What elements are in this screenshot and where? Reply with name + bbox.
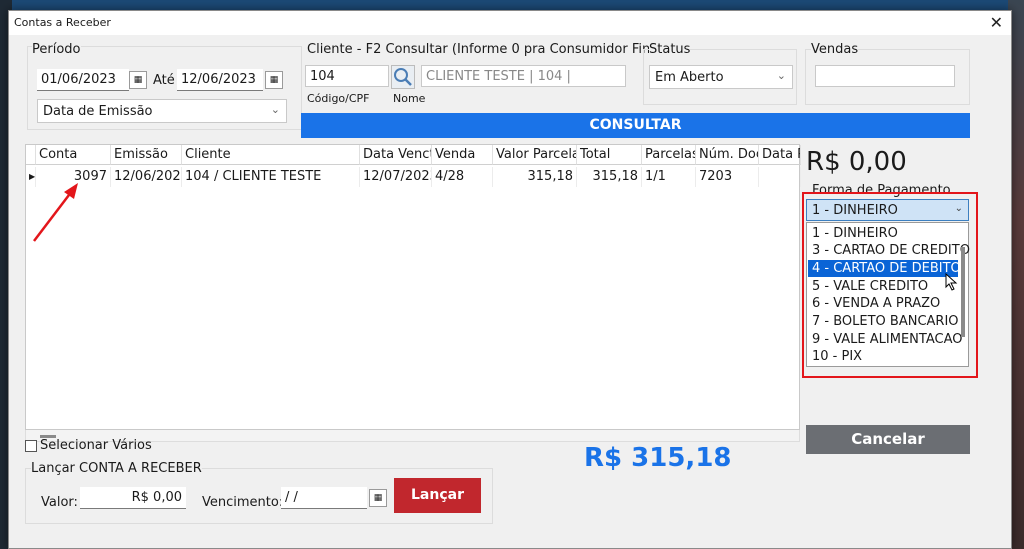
total-geral: R$ 315,18 [584,443,732,473]
cliente-code-input[interactable]: 104 [305,65,389,87]
cliente-label: Cliente - F2 Consultar (Informe 0 pra Co… [307,42,667,57]
vencimento-label: Vencimento: [202,495,284,510]
cancelar-button[interactable]: Cancelar [806,425,970,454]
chevron-down-icon: ⌄ [270,103,280,116]
selecionar-varios-checkbox[interactable] [25,440,37,452]
cell-data-p [759,167,801,187]
selecionar-varios-label: Selecionar Vários [40,438,152,453]
cell-num-doc: 7203 [696,167,759,187]
contas-a-receber-window: Contas a Receber ✕ Período 01/06/2023 ▦ … [8,10,1012,549]
ate-label: Até [153,73,175,88]
chevron-down-icon: ⌄ [776,69,786,82]
column-header[interactable]: Valor Parcela [493,145,577,165]
column-header[interactable]: Parcelas [642,145,696,165]
search-button[interactable] [391,65,415,89]
date-type-select[interactable]: Data de Emissão ⌄ [37,99,287,123]
consultar-button[interactable]: CONSULTAR [301,113,970,138]
status-label: Status [649,42,691,57]
vendas-label: Vendas [811,42,859,57]
close-icon[interactable]: ✕ [990,13,1003,32]
window-title: Contas a Receber [14,16,111,29]
calendar-to-icon[interactable]: ▦ [265,71,283,89]
periodo-from-input[interactable]: 01/06/2023 [37,69,129,91]
codigo-cpf-label: Código/CPF [307,92,370,105]
nome-label: Nome [393,92,426,105]
cell-data-vencto: 12/07/2023 [360,167,432,187]
column-header[interactable]: Núm. Doc [696,145,759,165]
cell-total: 315,18 [577,167,642,187]
status-value: Em Aberto [655,70,724,85]
vendas-input[interactable] [815,65,955,87]
total-selecionado: R$ 0,00 [806,147,907,177]
annotation-arrow-icon [33,183,78,242]
date-type-value: Data de Emissão [43,104,153,119]
column-header[interactable]: Data Vencto [360,145,432,165]
cliente-name-input[interactable]: CLIENTE TESTE | 104 | [421,65,626,87]
cell-cliente: 104 / CLIENTE TESTE [182,167,360,187]
lancar-button[interactable]: Lançar [394,478,481,513]
calendar-vencimento-icon[interactable]: ▦ [369,489,387,507]
status-select[interactable]: Em Aberto ⌄ [649,65,793,89]
valor-label: Valor: [41,495,78,510]
search-icon [394,68,412,86]
background-titlebar [0,0,1024,10]
cell-venda: 4/28 [432,167,493,187]
contas-table: Conta Emissão Cliente Data Vencto Venda … [25,144,801,430]
column-header[interactable]: Venda [432,145,493,165]
valor-input[interactable]: R$ 0,00 [80,487,186,509]
cell-valor-parcela: 315,18 [493,167,577,187]
column-header[interactable]: Total [577,145,642,165]
lancar-group-label: Lançar CONTA A RECEBER [31,461,202,476]
cell-parcelas: 1/1 [642,167,696,187]
calendar-from-icon[interactable]: ▦ [129,71,147,89]
periodo-to-input[interactable]: 12/06/2023 [177,69,263,91]
highlight-annotation-box [802,192,978,378]
column-header[interactable]: Data P [759,145,801,165]
column-header[interactable]: Cliente [182,145,360,165]
vencimento-input[interactable]: / / [281,487,367,509]
title-bar: Contas a Receber ✕ [9,11,1011,35]
periodo-label: Período [32,42,81,57]
